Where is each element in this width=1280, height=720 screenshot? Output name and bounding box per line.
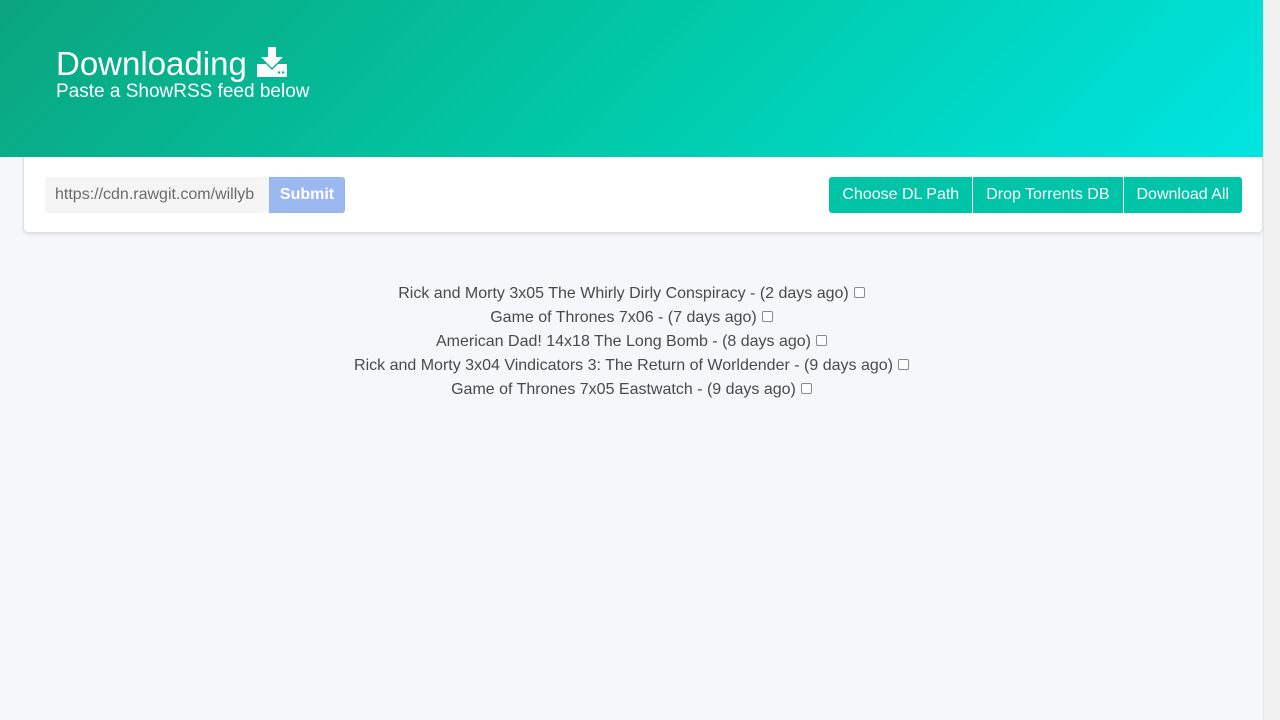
page: Downloading Paste a ShowRSS feed below S…: [0, 0, 1263, 720]
episode-checkbox[interactable]: [816, 334, 828, 346]
action-button-group: Choose DL Path Drop Torrents DB Download…: [829, 177, 1242, 213]
list-item: Rick and Morty 3x04 Vindicators 3: The R…: [0, 354, 1263, 378]
download-all-button[interactable]: Download All: [1122, 177, 1242, 213]
episode-label: Game of Thrones 7x05 Eastwatch - (9 days…: [451, 381, 796, 398]
list-item: American Dad! 14x18 The Long Bomb - (8 d…: [0, 330, 1263, 354]
list-item: Game of Thrones 7x05 Eastwatch - (9 days…: [0, 378, 1263, 402]
hero-banner: Downloading Paste a ShowRSS feed below: [0, 0, 1263, 157]
list-item: Rick and Morty 3x05 The Whirly Dirly Con…: [0, 282, 1263, 306]
page-title-text: Downloading: [56, 45, 247, 82]
submit-button[interactable]: Submit: [269, 177, 345, 213]
drop-torrents-db-button[interactable]: Drop Torrents DB: [972, 177, 1123, 213]
episode-checkbox[interactable]: [800, 382, 812, 394]
episode-list: Rick and Morty 3x05 The Whirly Dirly Con…: [0, 282, 1263, 402]
episode-label: Rick and Morty 3x05 The Whirly Dirly Con…: [398, 285, 849, 302]
download-icon: [256, 46, 288, 77]
choose-dl-path-button[interactable]: Choose DL Path: [829, 177, 973, 213]
episode-checkbox[interactable]: [853, 286, 865, 298]
episode-label: Game of Thrones 7x06 - (7 days ago): [490, 309, 757, 326]
list-item: Game of Thrones 7x06 - (7 days ago): [0, 306, 1263, 330]
page-title: Downloading: [56, 44, 310, 84]
episode-checkbox[interactable]: [761, 310, 773, 322]
feed-toolbar: Submit Choose DL Path Drop Torrents DB D…: [23, 157, 1263, 233]
page-subtitle: Paste a ShowRSS feed below: [56, 81, 310, 102]
vertical-scrollbar[interactable]: [1263, 0, 1280, 720]
episode-checkbox[interactable]: [897, 358, 909, 370]
episode-label: Rick and Morty 3x04 Vindicators 3: The R…: [354, 357, 893, 374]
feed-url-input[interactable]: [45, 177, 269, 213]
episode-label: American Dad! 14x18 The Long Bomb - (8 d…: [435, 333, 812, 350]
hero-content: Downloading Paste a ShowRSS feed below: [56, 44, 310, 103]
